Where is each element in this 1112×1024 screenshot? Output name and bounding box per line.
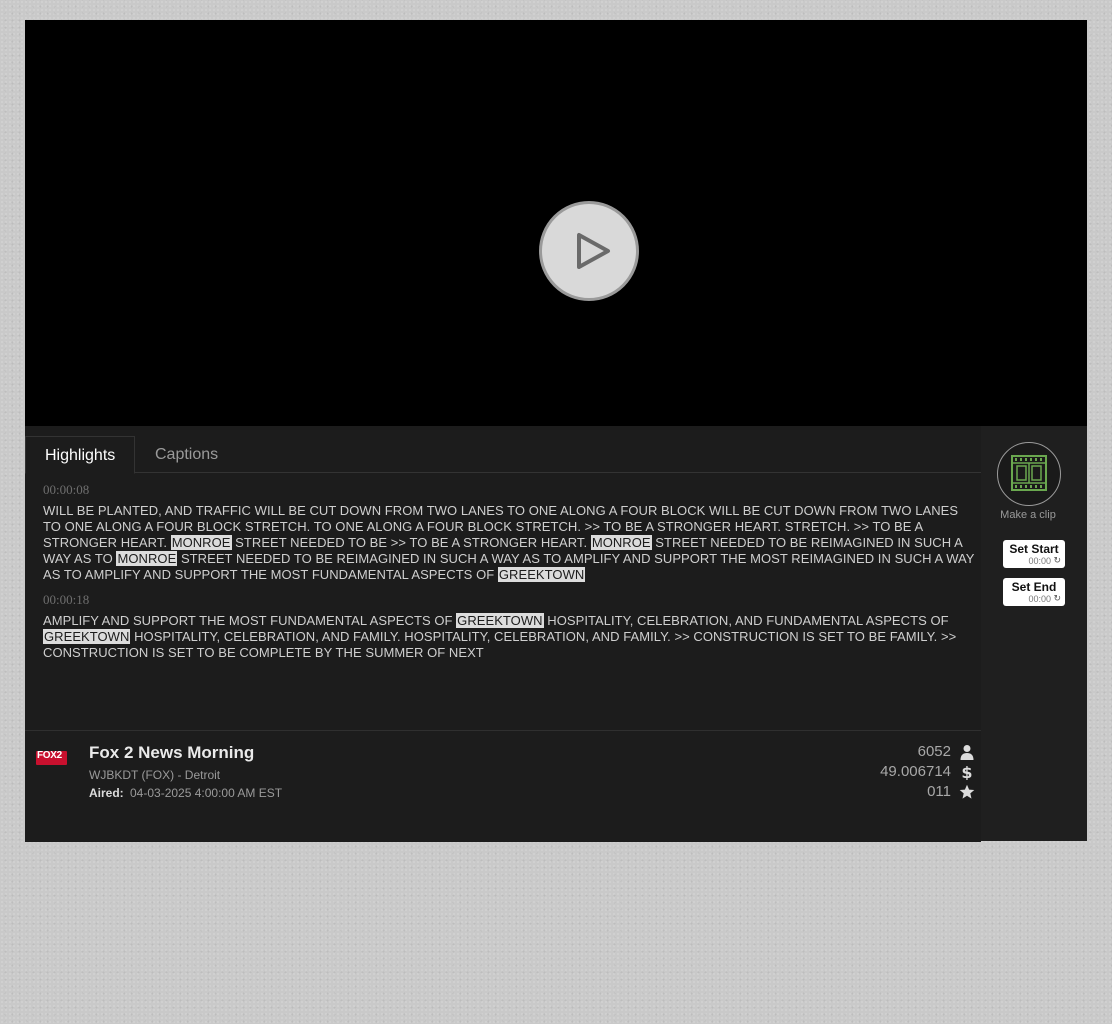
set-start-label: Set Start (1009, 542, 1059, 556)
set-start-button[interactable]: Set Start 00:00 ↻ (1003, 540, 1065, 568)
set-start-time: 00:00 (1028, 556, 1051, 566)
set-end-button[interactable]: Set End 00:00 ↻ (1003, 578, 1065, 606)
film-icon (1011, 455, 1047, 491)
make-clip-button[interactable] (997, 442, 1061, 506)
ad-value: 49.006714 (880, 763, 951, 780)
set-end-label: Set End (1011, 580, 1057, 594)
keyword-highlight: MONROE (116, 551, 178, 566)
caption-text: WILL BE PLANTED, AND TRAFFIC WILL BE CUT… (43, 503, 975, 583)
keyword-highlight: MONROE (170, 535, 232, 550)
caption-segment: HOSPITALITY, CELEBRATION, AND FAMILY. HO… (43, 629, 957, 660)
keyword-highlight: GREEKTOWN (497, 567, 586, 582)
keyword-highlight: GREEKTOWN (43, 629, 131, 644)
clip-sidebar: Make a clip Set Start 00:00 ↻ Set End 00… (981, 426, 1087, 841)
make-clip-label: Make a clip (1000, 509, 1056, 521)
station-logo: FOX2 (36, 750, 67, 765)
caption-timestamp[interactable]: 00:00:18 (43, 592, 975, 608)
keyword-highlight: MONROE (590, 535, 652, 550)
svg-text:$: $ (961, 764, 972, 780)
caption-list: 00:00:08 WILL BE PLANTED, AND TRAFFIC WIL… (43, 482, 975, 670)
caption-timestamp[interactable]: 00:00:08 (43, 482, 975, 498)
media-panel: Highlights Captions 00:00:08 WILL BE PLAN… (25, 426, 1087, 842)
audience-count: 6052 (917, 743, 951, 760)
caption-segment: AMPLIFY AND SUPPORT THE MOST FUNDAMENTAL… (43, 613, 457, 628)
tab-captions[interactable]: Captions (136, 436, 237, 472)
refresh-icon[interactable]: ↻ (1053, 593, 1061, 604)
station-name: WJBKDT (FOX) - Detroit (89, 768, 221, 782)
play-button[interactable] (539, 201, 639, 301)
caption-text: AMPLIFY AND SUPPORT THE MOST FUNDAMENTAL… (43, 613, 975, 661)
set-end-time: 00:00 (1028, 594, 1051, 604)
dollar-icon: $ (961, 764, 972, 780)
program-title[interactable]: Fox 2 News Morning (89, 743, 254, 763)
transcript-pane: Highlights Captions 00:00:08 WILL BE PLAN… (25, 426, 981, 842)
aired-value: 04-03-2025 4:00:00 AM EST (130, 786, 283, 800)
rating-value: 011 (927, 783, 951, 800)
refresh-icon[interactable]: ↻ (1053, 555, 1061, 566)
person-icon (960, 745, 974, 760)
tab-bar: Highlights Captions (25, 436, 981, 474)
video-player[interactable] (25, 20, 1087, 426)
play-icon (577, 233, 610, 269)
caption-segment: STREET NEEDED TO BE >> TO BE A STRONGER … (231, 535, 591, 550)
program-info: FOX2 Fox 2 News Morning WJBKDT (FOX) - D… (25, 730, 981, 842)
keyword-highlight: GREEKTOWN (456, 613, 544, 628)
tab-highlights[interactable]: Highlights (25, 436, 136, 474)
star-icon (959, 784, 975, 799)
aired-label: Aired: (89, 786, 124, 800)
caption-segment: HOSPITALITY, CELEBRATION, AND FUNDAMENTA… (543, 613, 949, 628)
